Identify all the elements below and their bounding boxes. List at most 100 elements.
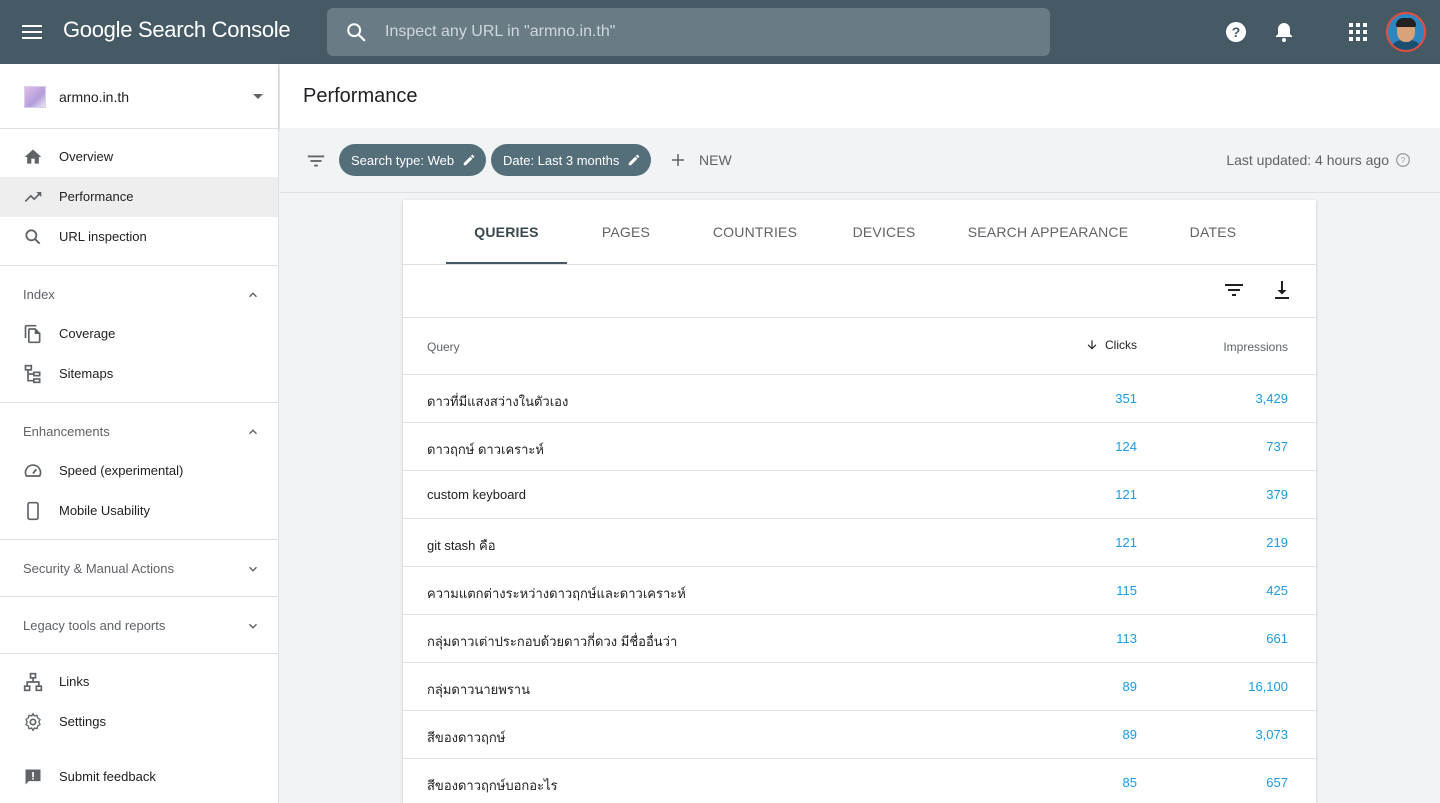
cell-query: กลุ่มดาวนายพราน — [427, 682, 530, 697]
cell-clicks: 113 — [1116, 631, 1137, 646]
help-icon[interactable]: ? — [1224, 20, 1248, 44]
sidebar-item-sitemaps[interactable]: Sitemaps — [0, 354, 278, 394]
sidebar-item-speed[interactable]: Speed (experimental) — [0, 451, 278, 491]
links-icon — [23, 672, 43, 692]
table-row[interactable]: สีของดาวฤกษ์บอกอะไร 85 657 — [403, 759, 1316, 803]
cell-query: สีของดาวฤกษ์บอกอะไร — [427, 778, 558, 793]
apps-icon[interactable] — [1346, 20, 1370, 44]
top-app-bar: Google Search Console ? — [0, 0, 1440, 64]
table-row[interactable]: กลุ่มดาวนายพราน 89 16,100 — [403, 663, 1316, 711]
sidebar-item-mobile-usability[interactable]: Mobile Usability — [0, 491, 278, 531]
chip-label: Search type: Web — [351, 152, 455, 168]
table-row[interactable]: custom keyboard 121 379 — [403, 471, 1316, 519]
table-row[interactable]: สีของดาวฤกษ์ 89 3,073 — [403, 711, 1316, 759]
cell-clicks: 89 — [1122, 679, 1137, 694]
property-selector[interactable]: armno.in.th — [0, 64, 278, 129]
sidebar: armno.in.th Overview Performance URL ins… — [0, 64, 279, 803]
menu-icon[interactable] — [22, 22, 48, 42]
edit-icon — [629, 154, 640, 166]
file-copy-icon — [24, 324, 41, 344]
cell-impressions: 219 — [1266, 535, 1288, 550]
sidebar-item-url-inspection[interactable]: URL inspection — [0, 217, 278, 257]
download-icon[interactable] — [1270, 278, 1294, 302]
sidebar-item-label: Submit feedback — [59, 769, 156, 784]
sidebar-item-label: URL inspection — [59, 229, 147, 244]
tab-dates[interactable]: DATES — [1173, 200, 1253, 264]
column-header-query[interactable]: Query — [427, 340, 460, 354]
property-name: armno.in.th — [59, 89, 130, 105]
sidebar-item-label: Coverage — [59, 326, 116, 341]
sidebar-item-label: Speed (experimental) — [59, 463, 184, 478]
property-favicon-icon — [24, 86, 46, 108]
nav-group-bottom: Links Settings Submit feedback — [0, 654, 278, 803]
sidebar-item-performance[interactable]: Performance — [0, 177, 278, 217]
edit-icon — [463, 154, 475, 166]
section-title: Index — [23, 287, 55, 302]
home-icon — [24, 149, 42, 164]
chevron-up-icon — [249, 429, 257, 435]
sidebar-item-label: Sitemaps — [59, 366, 114, 381]
cell-clicks: 89 — [1122, 727, 1137, 742]
section-header-security[interactable]: Security & Manual Actions — [0, 548, 278, 588]
cell-impressions: 16,100 — [1248, 679, 1288, 694]
filter-bar: Search type: Web Date: Last 3 months NEW… — [280, 128, 1440, 193]
cell-impressions: 737 — [1266, 439, 1288, 454]
section-title: Security & Manual Actions — [23, 561, 175, 576]
chevron-up-icon — [249, 292, 257, 298]
tab-search-appearance[interactable]: SEARCH APPEARANCE — [958, 200, 1138, 264]
help-outline-icon[interactable]: ? — [1395, 152, 1411, 168]
table-row[interactable]: ดาวที่มีแสงสว่างในตัวเอง 351 3,429 — [403, 375, 1316, 423]
sidebar-item-coverage[interactable]: Coverage — [0, 314, 278, 354]
section-header-legacy[interactable]: Legacy tools and reports — [0, 605, 278, 645]
cell-impressions: 3,429 — [1255, 391, 1288, 406]
phone-icon — [27, 501, 39, 521]
search-type-chip[interactable]: Search type: Web — [339, 144, 487, 176]
speedometer-icon — [24, 464, 42, 477]
nav-group-primary: Overview Performance URL inspection — [0, 129, 278, 266]
account-avatar[interactable] — [1386, 12, 1426, 52]
cell-query: ดาวที่มีแสงสว่างในตัวเอง — [427, 394, 569, 409]
chevron-down-icon — [249, 566, 257, 572]
table-row[interactable]: ความแตกต่างระหว่างดาวฤกษ์และดาวเคราะห์ 11… — [403, 567, 1316, 615]
new-filter-button[interactable]: NEW — [669, 150, 732, 170]
column-header-clicks[interactable]: Clicks — [1085, 338, 1137, 352]
tab-queries[interactable]: QUERIES — [446, 200, 567, 264]
app-brand[interactable]: Google Search Console — [63, 17, 291, 43]
section-header-index[interactable]: Index — [0, 274, 278, 314]
section-header-enhancements[interactable]: Enhancements — [0, 411, 278, 451]
sidebar-item-label: Performance — [59, 189, 134, 204]
table-row[interactable]: git stash คือ 121 219 — [403, 519, 1316, 567]
section-title: Enhancements — [23, 424, 110, 439]
filter-icon[interactable] — [305, 150, 327, 172]
nav-group-security: Security & Manual Actions — [0, 540, 278, 597]
url-inspect-input[interactable] — [385, 23, 985, 41]
date-range-chip[interactable]: Date: Last 3 months — [491, 144, 652, 176]
cell-impressions: 661 — [1266, 631, 1288, 646]
sidebar-item-feedback[interactable]: Submit feedback — [0, 757, 278, 797]
cell-clicks: 124 — [1115, 439, 1137, 454]
table-row[interactable]: ดาวฤกษ์ ดาวเคราะห์ 124 737 — [403, 423, 1316, 471]
tab-pages[interactable]: PAGES — [585, 200, 667, 264]
sitemap-icon — [24, 364, 41, 384]
sidebar-item-overview[interactable]: Overview — [0, 137, 278, 177]
table-row[interactable]: กลุ่มดาวเต่าประกอบด้วยดาวกี่ดวง มีชื่ออื… — [403, 615, 1316, 663]
url-inspect-search-box[interactable] — [327, 8, 1050, 56]
section-title: Legacy tools and reports — [23, 618, 166, 633]
tab-countries[interactable]: COUNTRIES — [698, 200, 812, 264]
tab-devices[interactable]: DEVICES — [838, 200, 930, 264]
sidebar-item-links[interactable]: Links — [0, 662, 278, 702]
page-header: Performance — [280, 64, 1440, 128]
search-icon — [25, 229, 41, 245]
sidebar-item-settings[interactable]: Settings — [0, 702, 278, 742]
sidebar-item-label: Mobile Usability — [59, 503, 151, 518]
filter-rows-icon[interactable] — [1222, 278, 1246, 302]
notifications-icon[interactable] — [1272, 20, 1296, 44]
column-header-impressions[interactable]: Impressions — [1223, 340, 1288, 354]
table-toolbar — [403, 265, 1316, 318]
cell-query: ดาวฤกษ์ ดาวเคราะห์ — [427, 442, 544, 457]
svg-text:?: ? — [1232, 24, 1241, 40]
cell-query: สีของดาวฤกษ์ — [427, 730, 506, 745]
cell-clicks: 85 — [1122, 775, 1137, 790]
nav-group-index: Index Coverage Sitemaps — [0, 266, 278, 403]
nav-group-enhancements: Enhancements Speed (experimental) Mobile… — [0, 403, 278, 540]
